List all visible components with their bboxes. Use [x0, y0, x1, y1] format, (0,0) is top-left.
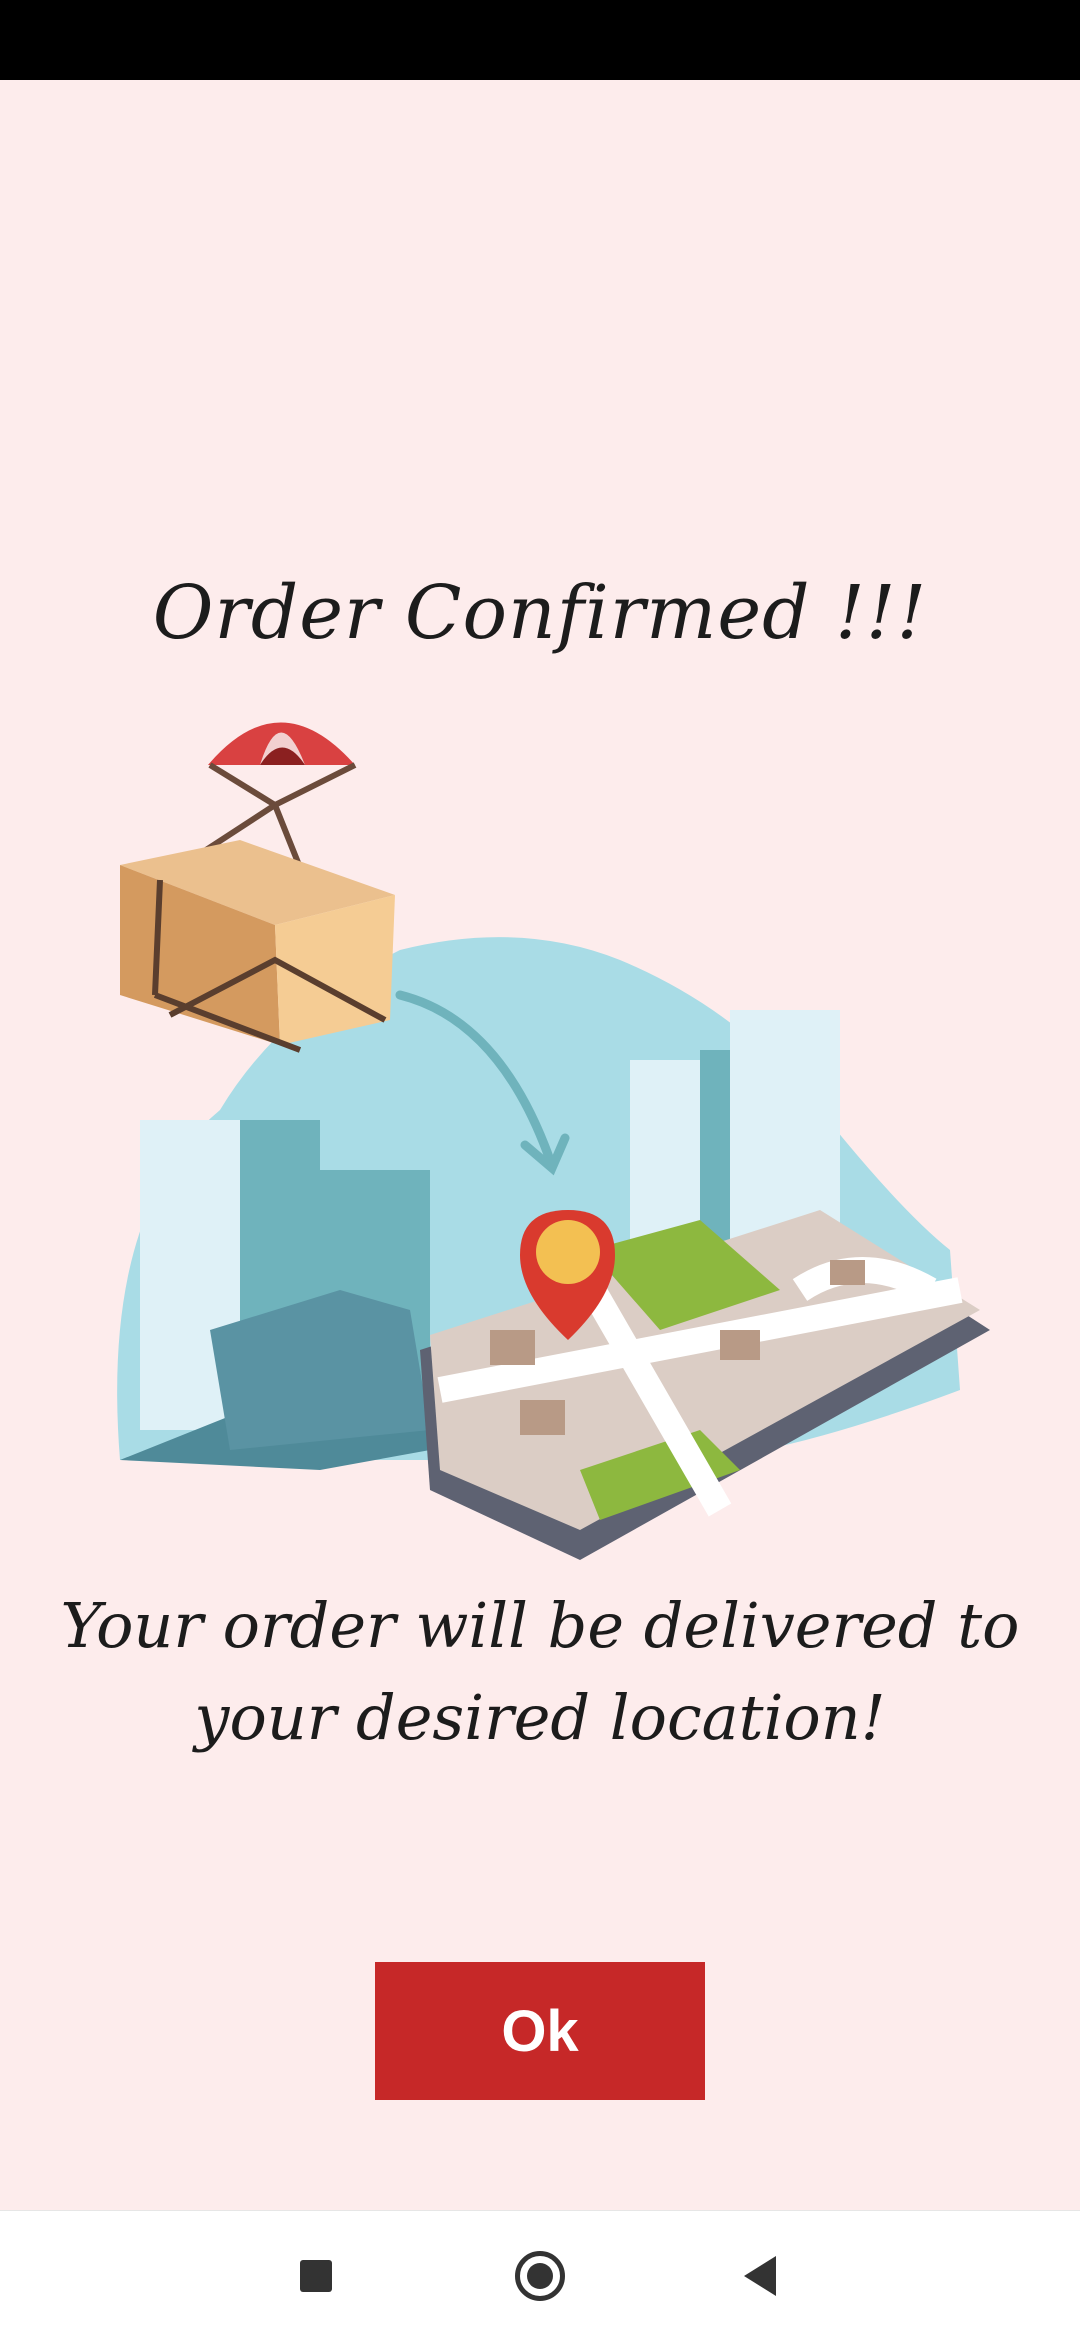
delivery-message: Your order will be delivered to your des…: [60, 1589, 1020, 1754]
home-icon: [515, 2251, 565, 2301]
back-button[interactable]: [700, 2211, 820, 2341]
recent-apps-button[interactable]: [256, 2211, 376, 2341]
back-icon: [744, 2256, 776, 2296]
package-box-icon: [120, 840, 395, 1053]
recent-apps-icon: [300, 2260, 332, 2292]
delivery-illustration: [117, 722, 990, 1560]
page-title: Order Confirmed !!!: [152, 570, 928, 656]
navigation-bar: [0, 2210, 1080, 2341]
home-button[interactable]: [480, 2211, 600, 2341]
status-bar: [0, 0, 1080, 80]
ok-button[interactable]: Ok: [375, 1962, 705, 2100]
